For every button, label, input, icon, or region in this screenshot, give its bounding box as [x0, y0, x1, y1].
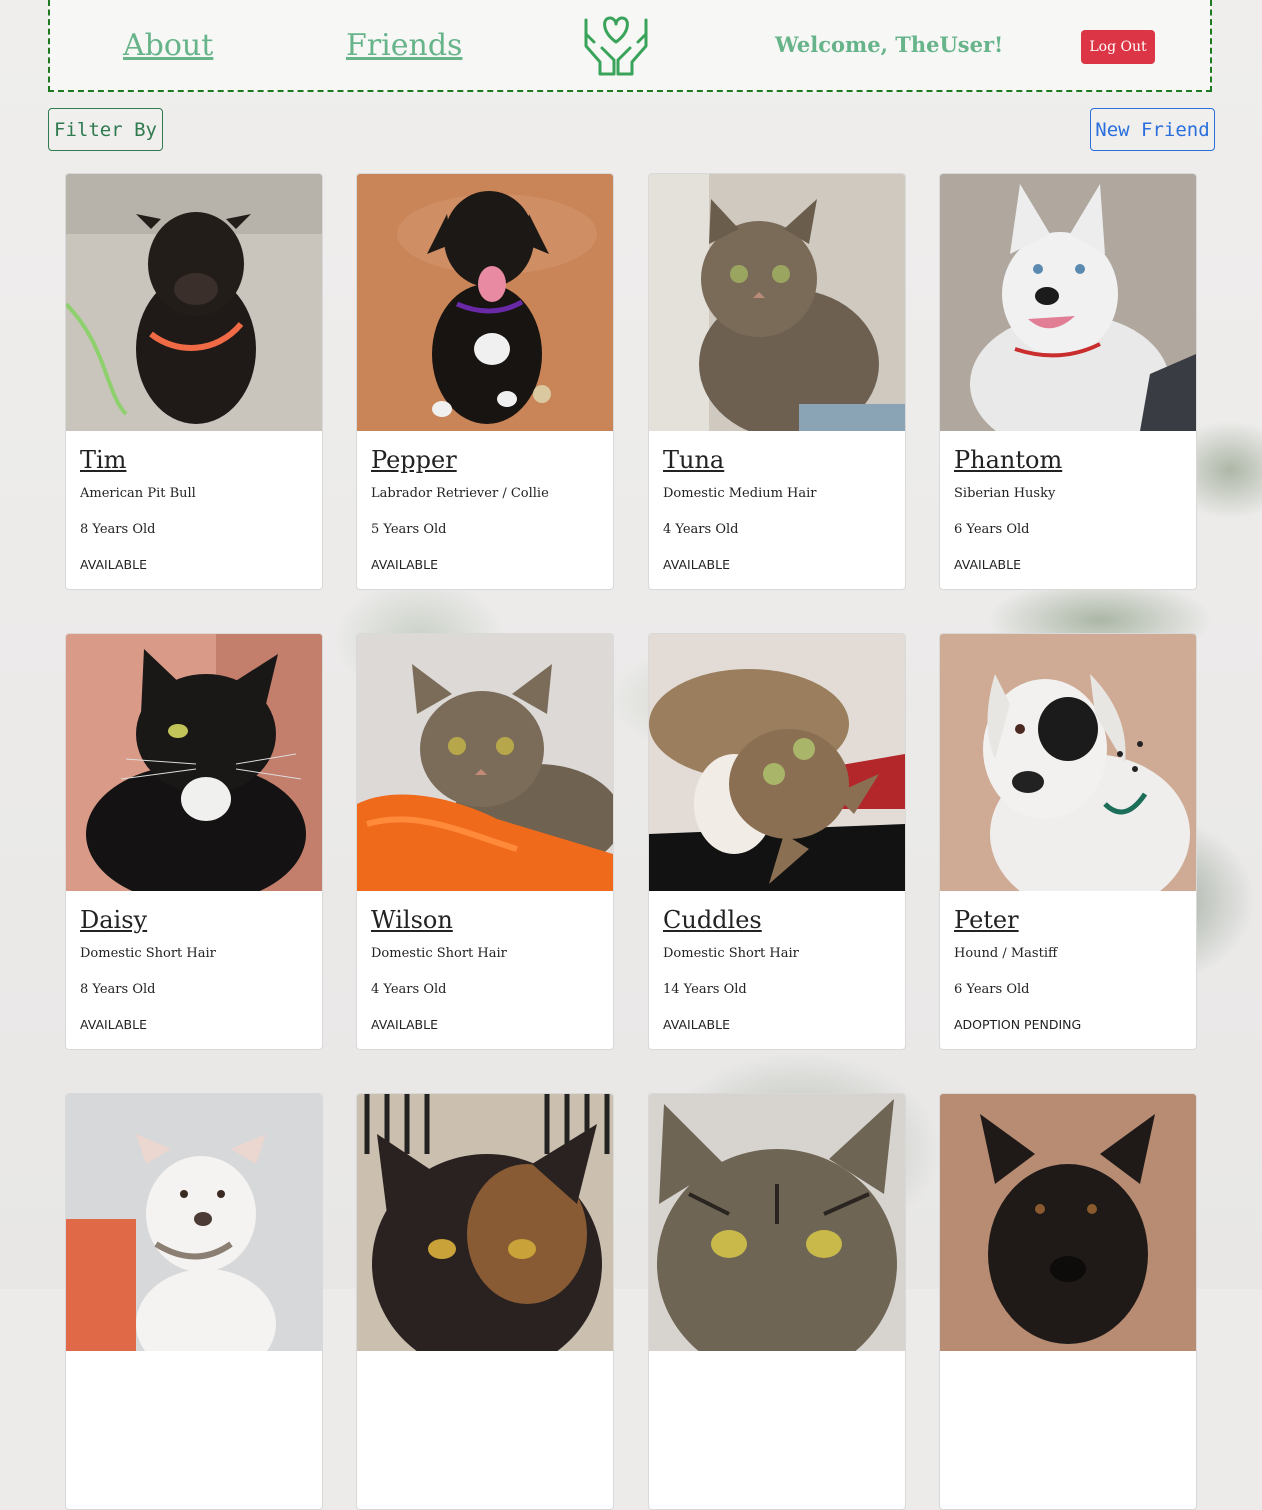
navbar: About Friends Welcome, TheUser! Log Out [48, 0, 1212, 92]
pet-age: 4 Years Old [371, 982, 447, 997]
pet-breed: Siberian Husky [954, 486, 1056, 501]
pet-breed: Domestic Short Hair [80, 946, 216, 961]
pet-photo[interactable] [357, 1094, 613, 1351]
nav-friends-link[interactable]: Friends [346, 28, 462, 63]
pet-photo[interactable] [357, 174, 613, 431]
pet-name[interactable]: Tuna [663, 446, 724, 474]
pet-status: AVAILABLE [371, 1017, 438, 1032]
pet-age: 8 Years Old [80, 982, 156, 997]
pet-card[interactable] [648, 1093, 906, 1510]
pet-status: ADOPTION PENDING [954, 1017, 1082, 1032]
pet-photo[interactable] [649, 634, 905, 891]
pet-age: 14 Years Old [663, 982, 747, 997]
pet-card[interactable]: Tuna Domestic Medium Hair 4 Years Old AV… [648, 173, 906, 590]
pet-age: 8 Years Old [80, 522, 156, 537]
pet-status: AVAILABLE [954, 557, 1021, 572]
pet-card[interactable] [939, 1093, 1197, 1510]
pet-card[interactable]: Pepper Labrador Retriever / Collie 5 Yea… [356, 173, 614, 590]
pet-age: 6 Years Old [954, 522, 1030, 537]
pet-status: AVAILABLE [663, 557, 730, 572]
pet-age: 6 Years Old [954, 982, 1030, 997]
pet-breed: Labrador Retriever / Collie [371, 486, 549, 501]
pet-photo[interactable] [66, 174, 322, 431]
nav-about-link[interactable]: About [123, 28, 213, 63]
pet-card[interactable]: Daisy Domestic Short Hair 8 Years Old AV… [65, 633, 323, 1050]
heart-hands-logo-icon[interactable] [580, 12, 652, 78]
pet-breed: American Pit Bull [80, 486, 196, 501]
pet-status: AVAILABLE [80, 557, 147, 572]
pet-photo[interactable] [649, 174, 905, 431]
pet-name[interactable]: Peter [954, 906, 1019, 934]
pet-status: AVAILABLE [663, 1017, 730, 1032]
pet-age: 4 Years Old [663, 522, 739, 537]
pet-name[interactable]: Pepper [371, 446, 457, 474]
pet-photo[interactable] [66, 634, 322, 891]
pet-name[interactable]: Wilson [371, 906, 453, 934]
pet-name[interactable]: Daisy [80, 906, 147, 934]
pet-status: AVAILABLE [80, 1017, 147, 1032]
pet-breed: Domestic Short Hair [371, 946, 507, 961]
pet-card[interactable] [356, 1093, 614, 1510]
pet-card[interactable] [65, 1093, 323, 1510]
pet-photo[interactable] [940, 634, 1196, 891]
welcome-message: Welcome, TheUser! [775, 32, 1004, 57]
pet-breed: Domestic Short Hair [663, 946, 799, 961]
pet-name[interactable]: Phantom [954, 446, 1062, 474]
pet-name[interactable]: Cuddles [663, 906, 762, 934]
pet-name[interactable]: Tim [80, 446, 126, 474]
pet-photo[interactable] [357, 634, 613, 891]
pet-card[interactable]: Phantom Siberian Husky 6 Years Old AVAIL… [939, 173, 1197, 590]
pet-card[interactable]: Cuddles Domestic Short Hair 14 Years Old… [648, 633, 906, 1050]
pet-photo[interactable] [940, 174, 1196, 431]
pet-age: 5 Years Old [371, 522, 447, 537]
pet-card[interactable]: Tim American Pit Bull 8 Years Old AVAILA… [65, 173, 323, 590]
logout-button[interactable]: Log Out [1081, 30, 1155, 64]
new-friend-button[interactable]: New Friend [1090, 108, 1215, 151]
pet-breed: Domestic Medium Hair [663, 486, 817, 501]
pet-photo[interactable] [649, 1094, 905, 1351]
pet-card[interactable]: Wilson Domestic Short Hair 4 Years Old A… [356, 633, 614, 1050]
pet-photo[interactable] [66, 1094, 322, 1351]
pet-status: AVAILABLE [371, 557, 438, 572]
pet-card[interactable]: Peter Hound / Mastiff 6 Years Old ADOPTI… [939, 633, 1197, 1050]
pet-breed: Hound / Mastiff [954, 946, 1058, 961]
filter-by-button[interactable]: Filter By [48, 108, 163, 151]
pet-photo[interactable] [940, 1094, 1196, 1351]
